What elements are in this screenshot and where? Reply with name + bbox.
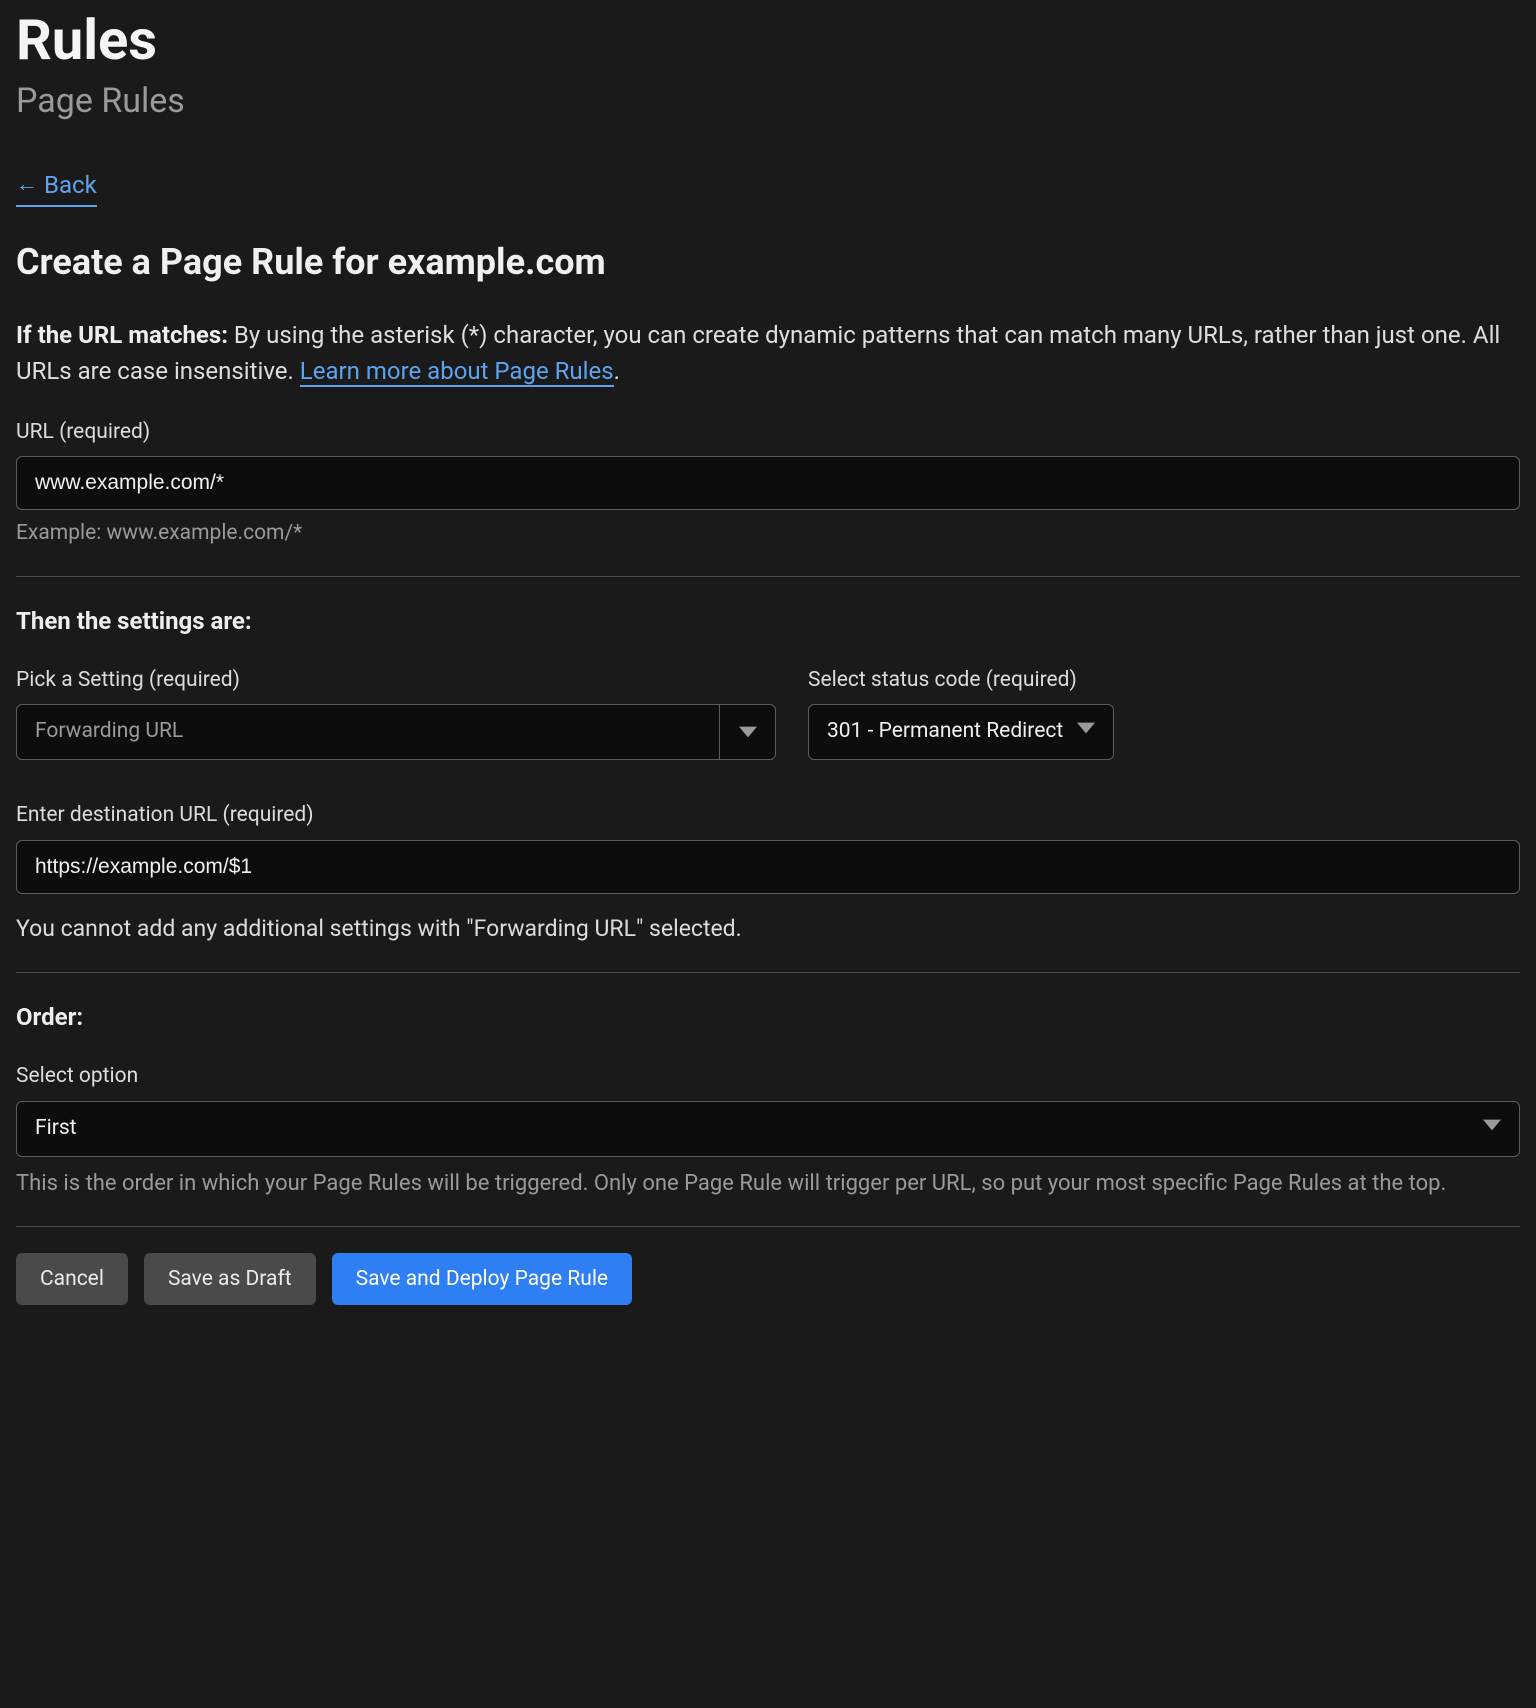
arrow-left-icon: ← [16, 168, 38, 201]
page-title: Rules [16, 10, 1520, 72]
intro-body: By using the asterisk (*) character, you… [16, 321, 1500, 385]
save-deploy-button[interactable]: Save and Deploy Page Rule [332, 1253, 632, 1305]
cancel-button[interactable]: Cancel [16, 1253, 128, 1305]
order-select-value: First [35, 1113, 77, 1145]
chevron-down-icon [719, 705, 775, 759]
settings-heading: Then the settings are: [16, 603, 1520, 639]
back-link-label: Back [44, 167, 97, 203]
destination-url-label: Enter destination URL (required) [16, 800, 1520, 832]
status-code-label: Select status code (required) [808, 665, 1114, 697]
order-heading: Order: [16, 999, 1520, 1035]
save-draft-button[interactable]: Save as Draft [144, 1253, 316, 1305]
destination-url-input[interactable] [16, 840, 1520, 894]
order-select[interactable]: First [16, 1101, 1520, 1157]
order-help-text: This is the order in which your Page Rul… [16, 1167, 1520, 1200]
intro-text: If the URL matches: By using the asteris… [16, 317, 1520, 389]
learn-more-link[interactable]: Learn more about Page Rules [300, 357, 614, 387]
url-input[interactable] [16, 456, 1520, 510]
divider [16, 576, 1520, 577]
forwarding-note: You cannot add any additional settings w… [16, 912, 1520, 947]
status-code-value: 301 - Permanent Redirect [827, 716, 1063, 748]
chevron-down-icon [1483, 1113, 1501, 1145]
intro-prefix: If the URL matches: [16, 321, 228, 349]
url-label: URL (required) [16, 417, 1520, 449]
button-row: Cancel Save as Draft Save and Deploy Pag… [16, 1253, 1520, 1305]
pick-setting-select[interactable]: Forwarding URL [16, 704, 776, 760]
back-link[interactable]: ← Back [16, 167, 97, 207]
page-subtitle: Page Rules [16, 76, 1520, 127]
status-code-select[interactable]: 301 - Permanent Redirect [808, 704, 1114, 760]
pick-setting-value: Forwarding URL [17, 705, 719, 759]
chevron-down-icon [1077, 716, 1095, 748]
divider [16, 972, 1520, 973]
divider [16, 1226, 1520, 1227]
url-hint: Example: www.example.com/* [16, 518, 1520, 550]
intro-suffix: . [614, 357, 620, 385]
order-select-label: Select option [16, 1061, 1520, 1093]
pick-setting-label: Pick a Setting (required) [16, 665, 776, 697]
form-heading: Create a Page Rule for example.com [16, 235, 1520, 289]
